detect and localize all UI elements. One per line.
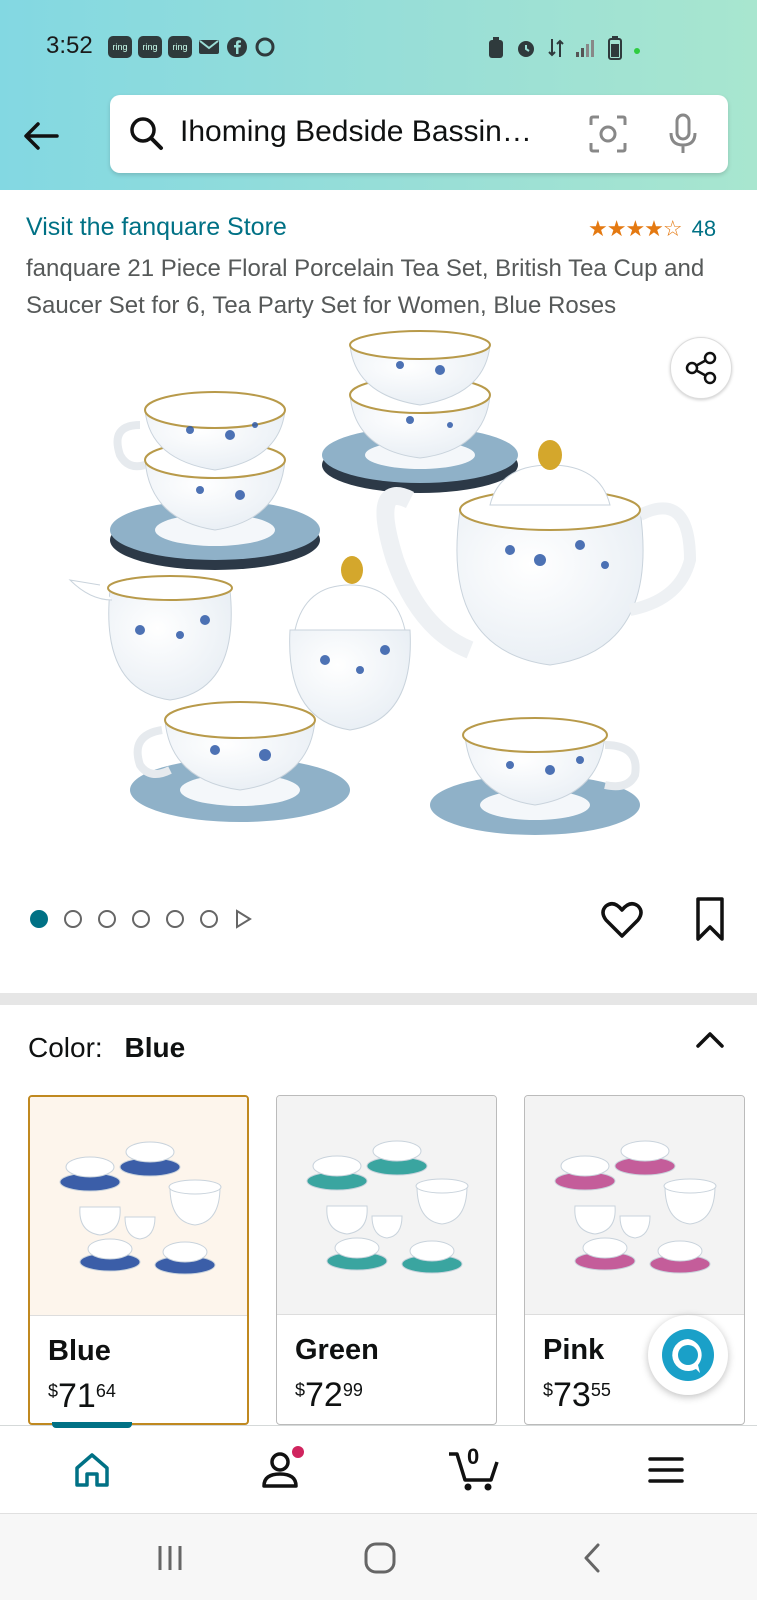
selected-color-value: Blue bbox=[124, 1032, 186, 1063]
color-label-text: Color: bbox=[28, 1032, 103, 1063]
image-dot[interactable] bbox=[64, 910, 82, 928]
visit-store-link[interactable]: Visit the fanquare Store bbox=[26, 213, 287, 242]
signal-icon bbox=[575, 37, 597, 64]
video-play-icon[interactable] bbox=[234, 909, 252, 929]
home-circle-icon bbox=[364, 1542, 396, 1574]
price-currency: $ bbox=[48, 1381, 59, 1401]
battery-saver-icon bbox=[487, 37, 505, 64]
recent-apps-button[interactable] bbox=[146, 1534, 194, 1582]
circle-app-icon bbox=[254, 36, 276, 58]
alexa-button[interactable] bbox=[648, 1315, 728, 1395]
price-fraction: 64 bbox=[95, 1381, 116, 1401]
heart-icon bbox=[601, 902, 643, 938]
hamburger-menu-icon bbox=[648, 1457, 684, 1483]
home-icon bbox=[75, 1453, 109, 1487]
color-option-thumbnail bbox=[277, 1096, 496, 1315]
collapse-color-button[interactable] bbox=[692, 1022, 728, 1058]
search-input[interactable]: Ihoming Bedside Bassin… bbox=[180, 115, 580, 149]
ring-notification-icon: ring bbox=[138, 36, 162, 58]
color-option-blue[interactable]: Blue $ 71 64 bbox=[28, 1095, 249, 1425]
back-button[interactable] bbox=[20, 115, 62, 157]
alarm-icon bbox=[515, 37, 537, 64]
app-header: 3:52 ring ring ring Ihoming Bedside Bass… bbox=[0, 0, 757, 190]
search-row: Ihoming Bedside Bassin… bbox=[0, 95, 757, 175]
camera-search-icon[interactable] bbox=[588, 115, 628, 158]
color-option-thumbnail bbox=[525, 1096, 744, 1315]
image-dot[interactable] bbox=[132, 910, 150, 928]
back-system-button[interactable] bbox=[568, 1534, 616, 1582]
image-dot[interactable] bbox=[98, 910, 116, 928]
share-icon bbox=[685, 351, 717, 385]
color-option-price: $ 73 55 bbox=[543, 1376, 611, 1415]
color-option-name: Pink bbox=[543, 1334, 605, 1366]
rating-summary[interactable]: ★★★★☆ 48 bbox=[588, 216, 716, 242]
image-dot-active[interactable] bbox=[30, 910, 48, 928]
price-currency: $ bbox=[295, 1380, 306, 1400]
rating-count[interactable]: 48 bbox=[692, 216, 716, 242]
price-currency: $ bbox=[543, 1380, 554, 1400]
image-dot[interactable] bbox=[200, 910, 218, 928]
share-button[interactable] bbox=[670, 337, 732, 399]
account-icon bbox=[262, 1446, 304, 1488]
android-system-nav bbox=[0, 1513, 757, 1600]
color-option-price: $ 71 64 bbox=[48, 1377, 116, 1416]
battery-icon bbox=[607, 36, 623, 65]
nav-home[interactable] bbox=[62, 1444, 122, 1496]
price-fraction: 55 bbox=[590, 1380, 611, 1400]
data-transfer-icon bbox=[547, 37, 565, 64]
tea-set-illustration bbox=[68, 330, 697, 835]
color-option-name: Blue bbox=[48, 1335, 111, 1367]
alexa-icon bbox=[662, 1329, 714, 1381]
price-whole: 71 bbox=[58, 1377, 96, 1415]
back-chevron-icon bbox=[584, 1543, 600, 1573]
recent-apps-icon bbox=[158, 1546, 182, 1570]
chevron-up-icon bbox=[696, 1032, 724, 1048]
search-icon bbox=[128, 115, 164, 156]
back-arrow-icon bbox=[24, 122, 59, 150]
ring-notification-icon: ring bbox=[108, 36, 132, 58]
nav-menu[interactable] bbox=[636, 1444, 696, 1496]
price-whole: 73 bbox=[553, 1376, 591, 1414]
star-rating-icon: ★★★★☆ bbox=[588, 216, 683, 241]
save-for-later-button[interactable] bbox=[690, 895, 730, 943]
green-dot-icon bbox=[633, 42, 641, 60]
status-bar: 3:52 ring ring ring bbox=[0, 0, 757, 95]
notification-dot-icon bbox=[292, 1446, 304, 1458]
section-divider bbox=[0, 993, 757, 1005]
facebook-icon bbox=[226, 36, 248, 58]
nav-account[interactable] bbox=[252, 1444, 312, 1496]
favorite-button[interactable] bbox=[600, 898, 644, 942]
tea-set-thumbnail bbox=[306, 1140, 469, 1274]
bookmark-icon bbox=[696, 897, 724, 941]
price-whole: 72 bbox=[305, 1376, 343, 1414]
tea-set-thumbnail bbox=[59, 1141, 222, 1275]
color-label: Color: Blue bbox=[28, 1032, 185, 1064]
status-time: 3:52 bbox=[46, 32, 93, 59]
image-pager[interactable] bbox=[30, 909, 252, 929]
nav-cart[interactable]: 0 bbox=[445, 1444, 505, 1496]
ring-notification-icon: ring bbox=[168, 36, 192, 58]
microphone-icon[interactable] bbox=[668, 113, 698, 160]
color-option-thumbnail bbox=[30, 1097, 247, 1316]
price-fraction: 99 bbox=[342, 1380, 363, 1400]
color-option-name: Green bbox=[295, 1334, 379, 1366]
search-box[interactable]: Ihoming Bedside Bassin… bbox=[110, 95, 728, 173]
cart-count: 0 bbox=[467, 1444, 480, 1469]
mail-icon bbox=[198, 36, 220, 58]
color-option-green[interactable]: Green $ 72 99 bbox=[276, 1095, 497, 1425]
product-image[interactable] bbox=[40, 330, 720, 860]
color-option-price: $ 72 99 bbox=[295, 1376, 363, 1415]
system-icons bbox=[487, 36, 641, 65]
image-dot[interactable] bbox=[166, 910, 184, 928]
home-system-button[interactable] bbox=[356, 1534, 404, 1582]
bottom-nav: 0 bbox=[0, 1422, 757, 1513]
tea-set-thumbnail bbox=[554, 1140, 717, 1274]
product-title: fanquare 21 Piece Floral Porcelain Tea S… bbox=[26, 255, 705, 319]
notification-icons: ring ring ring bbox=[108, 36, 276, 58]
active-tab-indicator bbox=[52, 1422, 132, 1428]
